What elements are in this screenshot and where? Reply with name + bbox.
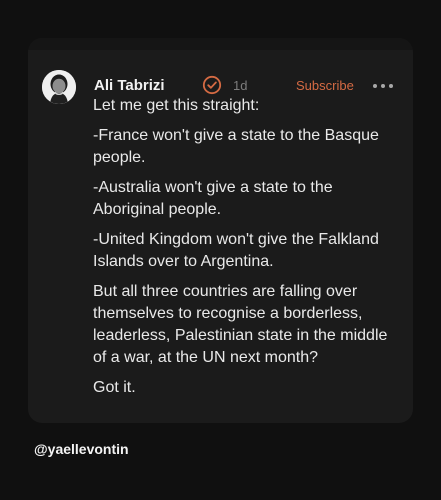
post-paragraph: -Australia won't give a state to the Abo…	[93, 179, 333, 218]
post-paragraph: -United Kingdom won't give the Falkland …	[93, 231, 379, 270]
screenshot-page: Ali Tabrizi 1d Subscribe Let me get this…	[0, 0, 441, 500]
post-paragraph: But all three countries are falling over…	[93, 283, 388, 366]
post-paragraph: -France won't give a state to the Basque…	[93, 127, 379, 166]
more-horizontal-icon[interactable]	[373, 84, 393, 90]
post-body: Let me get this straight: -France won't …	[93, 95, 399, 407]
post-card: Ali Tabrizi 1d Subscribe Let me get this…	[28, 38, 413, 423]
card-top-band	[28, 38, 413, 50]
subscribe-button[interactable]: Subscribe	[296, 78, 354, 93]
verified-check-icon	[202, 75, 222, 95]
post-paragraph: Let me get this straight:	[93, 97, 260, 114]
post-paragraph: Got it.	[93, 379, 136, 396]
avatar-image	[42, 70, 76, 104]
post-time: 1d	[233, 78, 248, 93]
watermark: @yaellevontin	[34, 441, 129, 457]
author-name[interactable]: Ali Tabrizi	[94, 77, 165, 94]
avatar[interactable]	[42, 70, 76, 104]
